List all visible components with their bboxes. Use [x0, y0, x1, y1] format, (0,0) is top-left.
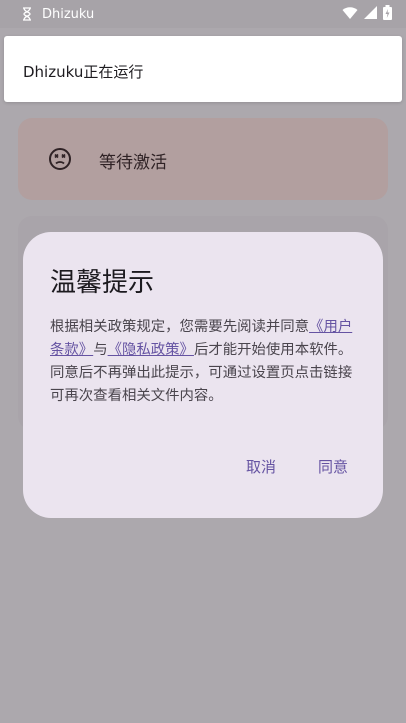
wifi-icon [342, 6, 358, 19]
notification-text: Dhizuku正在运行 [23, 63, 144, 81]
running-notification[interactable]: Dhizuku正在运行 [4, 36, 402, 102]
dizzy-face-icon [49, 148, 71, 170]
hourglass-icon [23, 7, 31, 21]
activation-status-text: 等待激活 [99, 153, 167, 173]
agree-button[interactable]: 同意 [310, 452, 356, 481]
privacy-policy-link[interactable]: 《隐私政策》 [108, 342, 194, 358]
dialog-title: 温馨提示 [50, 268, 155, 298]
activation-status-card[interactable]: 等待激活 [18, 118, 388, 200]
dialog-message: 根据相关政策规定，您需要先阅读并同意《用户条款》与《隐私政策》后才能开始使用本软… [50, 316, 358, 408]
battery-icon [383, 5, 392, 20]
dialog-message-text: 根据相关政策规定，您需要先阅读并同意 [50, 319, 310, 335]
dialog-message-text: 与 [93, 342, 108, 358]
dialog-actions: 取消 同意 [238, 452, 356, 481]
status-icons [342, 5, 392, 20]
status-bar: Dhizuku [0, 0, 406, 28]
status-app-name: Dhizuku [42, 6, 95, 22]
notice-dialog: 温馨提示 根据相关政策规定，您需要先阅读并同意《用户条款》与《隐私政策》后才能开… [23, 232, 383, 518]
signal-icon [364, 6, 377, 19]
cancel-button[interactable]: 取消 [238, 452, 284, 481]
status-left: Dhizuku [0, 7, 94, 21]
